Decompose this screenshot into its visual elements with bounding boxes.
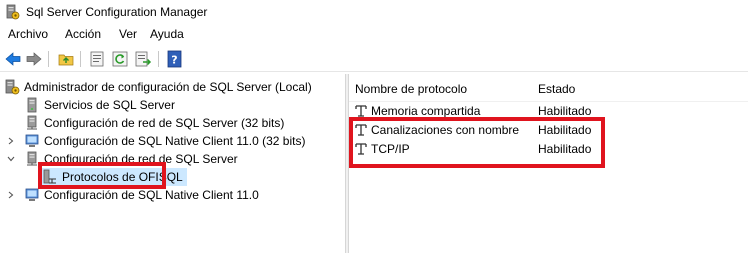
tree-item-label: Configuración de red de SQL Server (32 b… [44, 116, 285, 130]
client-computer-icon [25, 188, 39, 201]
menu-bar: Archivo Acción Ver Ayuda [0, 24, 748, 44]
tree-item-red-32[interactable]: Configuración de red de SQL Server (32 b… [24, 114, 284, 132]
tree-item-protocolos-ofisql[interactable]: Protocolos de OFISQL [42, 168, 187, 186]
tree-item-label: Configuración de red de SQL Server [44, 152, 238, 166]
title-bar: Sql Server Configuration Manager [0, 0, 748, 24]
toolbar-separator [80, 51, 81, 67]
list-row-memoria[interactable]: Memoria compartida Habilitado [349, 102, 748, 120]
protocol-state: Habilitado [538, 104, 592, 118]
protocol-icon [355, 143, 367, 155]
forward-icon[interactable] [25, 50, 43, 68]
network-config-icon [27, 151, 37, 166]
protocol-name: Memoria compartida [371, 104, 481, 118]
up-folder-icon[interactable] [57, 50, 75, 68]
properties-icon[interactable] [88, 50, 106, 68]
column-header-estado[interactable]: Estado [538, 82, 575, 96]
help-icon[interactable]: ? [166, 50, 184, 68]
chevron-right-icon[interactable] [6, 132, 16, 150]
column-header-nombre[interactable]: Nombre de protocolo [355, 82, 467, 96]
window-title: Sql Server Configuration Manager [26, 5, 208, 19]
server-icon [27, 97, 37, 113]
tree-item-native-client-32[interactable]: Configuración de SQL Native Client 11.0 … [6, 132, 305, 150]
client-computer-icon [25, 134, 39, 147]
tree-item-label: Servicios de SQL Server [44, 98, 175, 112]
tree-pane: Administrador de configuración de SQL Se… [0, 74, 345, 253]
tree-root[interactable]: Administrador de configuración de SQL Se… [4, 78, 312, 96]
tree-item-native-client[interactable]: Configuración de SQL Native Client 11.0 [6, 186, 259, 204]
toolbar-separator [48, 51, 49, 67]
menu-archivo[interactable]: Archivo [8, 27, 48, 41]
tree-item-label: Configuración de SQL Native Client 11.0 [44, 188, 259, 202]
svg-text:?: ? [171, 54, 177, 67]
protocols-icon [43, 169, 56, 184]
list-row-tcpip[interactable]: TCP/IP Habilitado [349, 140, 748, 158]
protocol-state: Habilitado [538, 123, 592, 137]
tree-item-red[interactable]: Configuración de red de SQL Server [6, 150, 238, 168]
protocol-name: TCP/IP [371, 142, 410, 156]
sql-config-manager-icon [6, 4, 20, 20]
export-list-icon[interactable] [134, 50, 152, 68]
protocol-icon [355, 105, 367, 117]
protocol-name: Canalizaciones con nombre [371, 123, 520, 137]
list-row-canalizaciones[interactable]: Canalizaciones con nombre Habilitado [349, 121, 748, 139]
refresh-icon[interactable] [111, 50, 129, 68]
tree-item-servicios[interactable]: Servicios de SQL Server [24, 96, 175, 114]
protocol-state: Habilitado [538, 142, 592, 156]
sql-config-manager-icon [5, 79, 20, 95]
chevron-down-icon[interactable] [6, 150, 16, 168]
chevron-right-icon[interactable] [6, 186, 16, 204]
menu-accion[interactable]: Acción [65, 27, 101, 41]
tree-root-label: Administrador de configuración de SQL Se… [24, 80, 312, 94]
toolbar-separator [158, 51, 159, 67]
protocol-list-pane: Nombre de protocolo Estado Memoria compa… [349, 74, 748, 253]
menu-ver[interactable]: Ver [119, 27, 137, 41]
menu-ayuda[interactable]: Ayuda [150, 27, 184, 41]
tree-item-label: Protocolos de OFISQL [62, 170, 183, 184]
toolbar: ? [0, 46, 748, 72]
back-icon[interactable] [4, 50, 22, 68]
tree-item-label: Configuración de SQL Native Client 11.0 … [44, 134, 306, 148]
network-config-icon [27, 115, 37, 130]
protocol-icon [355, 124, 367, 136]
